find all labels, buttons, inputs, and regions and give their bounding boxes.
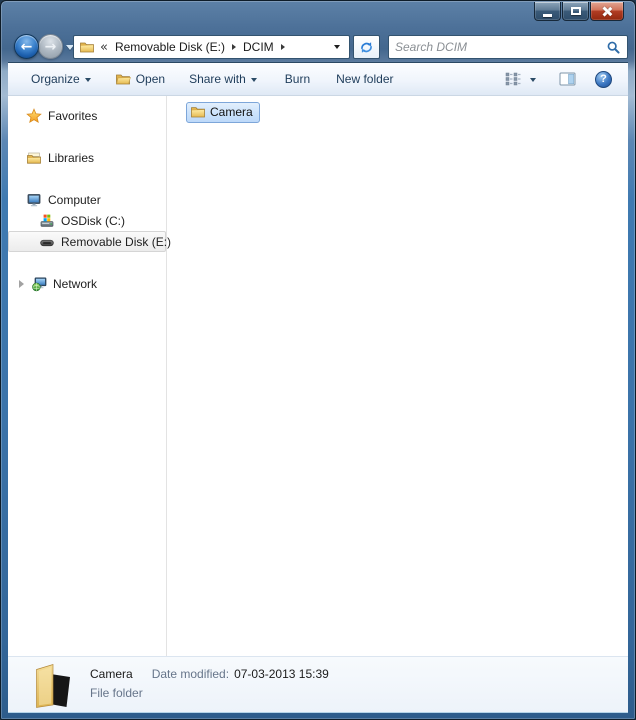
details-date-label: Date modified: [152, 667, 229, 681]
file-list[interactable]: Camera [167, 96, 628, 656]
search-box [388, 35, 628, 59]
minimize-icon [543, 14, 552, 17]
sidebar-item-label: Removable Disk (E:) [61, 235, 171, 249]
new-folder-label: New folder [336, 72, 393, 86]
search-input[interactable] [395, 40, 606, 54]
network-icon [31, 276, 47, 292]
file-item-label: Camera [210, 105, 253, 119]
removable-disk-icon [39, 234, 55, 250]
sidebar-item-osdisk-c[interactable]: OSDisk (C:) [8, 210, 166, 231]
chevron-down-icon [85, 78, 91, 82]
chevron-down-icon [251, 78, 257, 82]
back-arrow-icon: ← [21, 40, 33, 54]
breadcrumb-collapsed[interactable]: « [100, 40, 108, 55]
sidebar-spacer [8, 168, 166, 189]
forward-button[interactable]: → [38, 34, 63, 59]
sidebar-item-label: Computer [48, 193, 101, 207]
details-name: Camera [90, 667, 133, 681]
close-icon [602, 6, 613, 17]
views-icon [505, 72, 521, 86]
preview-pane-button[interactable] [555, 69, 580, 89]
selected-folder-icon [30, 662, 73, 708]
details-pane: Camera Date modified: 07-03-2013 15:39 F… [8, 656, 628, 712]
burn-button[interactable]: Burn [281, 69, 314, 89]
burn-label: Burn [285, 72, 310, 86]
open-folder-icon [115, 71, 131, 87]
maximize-icon [571, 7, 581, 15]
details-date-value: 07-03-2013 15:39 [234, 667, 329, 681]
refresh-button[interactable] [353, 35, 380, 59]
address-folder-icon [79, 39, 95, 55]
breadcrumb-segment-dcim[interactable]: DCIM [241, 39, 276, 55]
libraries-icon [26, 150, 42, 166]
computer-icon [26, 192, 42, 208]
forward-arrow-icon: → [45, 40, 57, 54]
explorer-window: ← → « Removable Disk (E:) DCIM [0, 0, 636, 720]
sidebar-item-removable-disk-e[interactable]: Removable Disk (E:) [8, 231, 166, 252]
explorer-body: Favorites Libraries [8, 96, 628, 656]
navigation-pane: Favorites Libraries [8, 96, 167, 656]
minimize-button[interactable] [534, 2, 561, 21]
window-controls [534, 2, 624, 21]
preview-pane-icon [559, 72, 576, 86]
sidebar-spacer [8, 252, 166, 273]
os-disk-icon [39, 213, 55, 229]
organize-button[interactable]: Organize [27, 69, 95, 89]
breadcrumb-separator-icon[interactable] [232, 44, 236, 50]
sidebar-item-network[interactable]: Network [8, 273, 166, 294]
new-folder-button[interactable]: New folder [332, 69, 397, 89]
command-bar: Organize Open Share with Burn [8, 63, 628, 96]
address-bar[interactable]: « Removable Disk (E:) DCIM [73, 35, 350, 59]
expander-icon[interactable] [19, 280, 24, 288]
close-button[interactable] [590, 2, 624, 21]
address-dropdown-icon[interactable] [334, 45, 340, 49]
back-button[interactable]: ← [14, 34, 39, 59]
maximize-button[interactable] [562, 2, 589, 21]
sidebar-item-favorites[interactable]: Favorites [8, 105, 166, 126]
folder-icon [190, 104, 206, 120]
change-view-button[interactable] [501, 69, 540, 89]
file-item-camera[interactable]: Camera [186, 102, 260, 123]
breadcrumb-segment-drive[interactable]: Removable Disk (E:) [113, 39, 227, 55]
window-content: Organize Open Share with Burn [8, 63, 628, 712]
search-icon[interactable] [606, 40, 621, 55]
open-label: Open [136, 72, 165, 86]
question-mark-icon: ? [600, 73, 607, 85]
organize-label: Organize [31, 72, 80, 86]
chevron-down-icon [530, 78, 536, 82]
sidebar-item-label: OSDisk (C:) [61, 214, 125, 228]
sidebar-item-libraries[interactable]: Libraries [8, 147, 166, 168]
share-with-button[interactable]: Share with [185, 69, 261, 89]
open-button[interactable]: Open [111, 68, 169, 90]
sidebar-item-label: Favorites [48, 109, 97, 123]
details-text: Camera Date modified: 07-03-2013 15:39 F… [90, 667, 329, 700]
breadcrumb-separator-icon[interactable] [281, 44, 285, 50]
toolbar-right-group: ? [501, 69, 612, 89]
sidebar-spacer [8, 126, 166, 147]
sidebar-item-label: Libraries [48, 151, 94, 165]
share-with-label: Share with [189, 72, 246, 86]
help-button[interactable]: ? [595, 71, 612, 88]
sidebar-item-label: Network [53, 277, 97, 291]
refresh-icon [359, 40, 374, 55]
details-type: File folder [90, 686, 329, 700]
star-icon [26, 108, 42, 124]
sidebar-item-computer[interactable]: Computer [8, 189, 166, 210]
